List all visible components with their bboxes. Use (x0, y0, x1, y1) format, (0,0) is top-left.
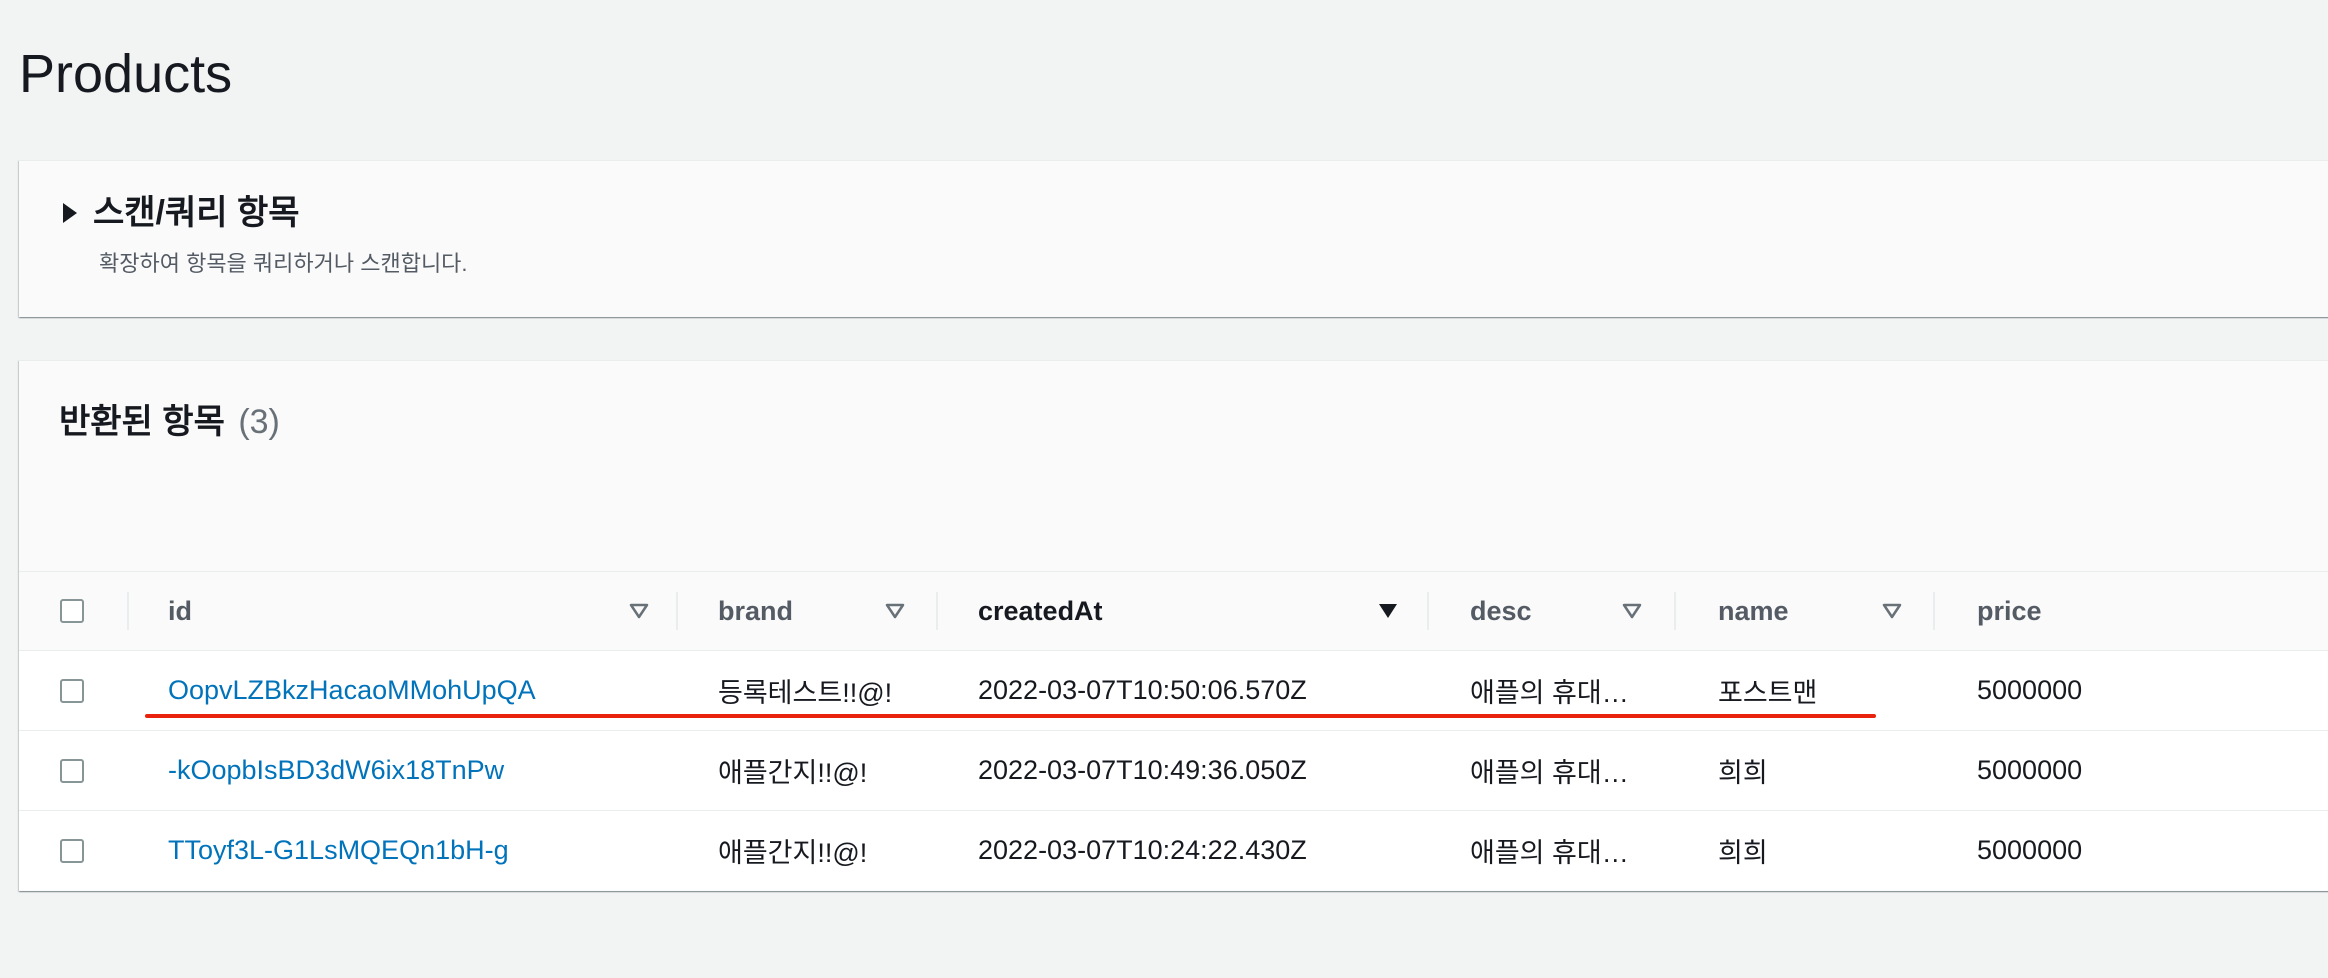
column-header-label[interactable]: desc (1470, 596, 1532, 627)
column-header-createdAt[interactable]: createdAt (978, 572, 1103, 650)
row-checkbox[interactable] (60, 678, 84, 703)
column-header-id[interactable]: id (168, 572, 192, 650)
cell-price: 5000000 (1977, 755, 2083, 785)
column-header-price[interactable]: price (1977, 572, 2042, 650)
column-header-label[interactable]: id (168, 596, 192, 627)
row-checkbox[interactable] (60, 758, 84, 783)
annotation-underline (145, 714, 1876, 718)
table-row[interactable]: -kOopbIsBD3dW6ix18TnPw 애플간지!!@! 2022-03-… (19, 731, 2328, 811)
column-header-label[interactable]: price (1977, 596, 2042, 627)
select-all-checkbox[interactable] (60, 599, 84, 623)
cell-name: 포스트맨 (1718, 678, 1818, 708)
cell-brand: 애플간지!!@! (718, 758, 868, 788)
cell-desc: 애플의 휴대… (1470, 678, 1629, 708)
column-divider[interactable] (936, 592, 938, 630)
cell-brand: 등록테스트!!@! (718, 678, 893, 708)
column-divider[interactable] (1674, 592, 1676, 630)
results-count: (3) (238, 403, 280, 441)
cell-desc: 애플의 휴대… (1470, 758, 1629, 788)
row-select-cell (60, 811, 84, 890)
cell-id[interactable]: TToyf3L-G1LsMQEQn1bH-g (168, 811, 509, 890)
cell-desc: 애플의 휴대… (1470, 838, 1629, 868)
scan-query-panel: 스캔/쿼리 항목 확장하여 항목을 쿼리하거나 스캔합니다. (19, 160, 2328, 317)
page-title: Products (19, 44, 233, 104)
column-header-label[interactable]: name (1718, 596, 1789, 627)
sort-unsorted-icon[interactable] (884, 601, 906, 621)
column-divider[interactable] (127, 592, 129, 630)
results-heading: 반환된 항목 (3) (59, 399, 280, 445)
cell-createdAt: 2022-03-07T10:24:22.430Z (978, 835, 1307, 865)
cell-id[interactable]: -kOopbIsBD3dW6ix18TnPw (168, 731, 504, 810)
cell-brand: 애플간지!!@! (718, 838, 868, 868)
row-select-cell (60, 731, 84, 810)
item-id-link[interactable]: TToyf3L-G1LsMQEQn1bH-g (168, 835, 509, 866)
table-header-row: id brand createdAt desc name price (19, 571, 2328, 651)
results-panel: 반환된 항목 (3) id brand createdAt desc name … (19, 360, 2328, 891)
column-header-name[interactable]: name (1718, 572, 1789, 650)
sort-unsorted-icon[interactable] (628, 601, 650, 621)
column-header-brand[interactable]: brand (718, 572, 793, 650)
scan-query-title[interactable]: 스캔/쿼리 항목 (93, 191, 300, 235)
cell-price: 5000000 (1977, 675, 2083, 705)
items-table: id brand createdAt desc name price OopvL… (19, 571, 2328, 890)
column-divider[interactable] (676, 592, 678, 630)
column-divider[interactable] (1933, 592, 1935, 630)
results-title: 반환된 항목 (59, 403, 225, 441)
item-id-link[interactable]: -kOopbIsBD3dW6ix18TnPw (168, 755, 504, 786)
row-checkbox[interactable] (60, 838, 84, 863)
cell-id[interactable]: OopvLZBkzHacaoMMohUpQA (168, 651, 536, 730)
sort-descending-icon[interactable] (1377, 601, 1399, 621)
cell-name: 희희 (1718, 838, 1768, 868)
table-row[interactable]: TToyf3L-G1LsMQEQn1bH-g 애플간지!!@! 2022-03-… (19, 811, 2328, 890)
scan-query-expander[interactable]: 스캔/쿼리 항목 (63, 191, 300, 235)
column-divider[interactable] (1427, 592, 1429, 630)
sort-unsorted-icon[interactable] (1621, 601, 1643, 621)
scan-query-description: 확장하여 항목을 쿼리하거나 스캔합니다. (99, 251, 468, 276)
cell-price: 5000000 (1977, 835, 2083, 865)
column-header-label[interactable]: createdAt (978, 596, 1103, 627)
sort-unsorted-icon[interactable] (1881, 601, 1903, 621)
column-header-desc[interactable]: desc (1470, 572, 1532, 650)
cell-name: 희희 (1718, 758, 1768, 788)
caret-right-icon[interactable] (63, 203, 77, 223)
select-all-cell (60, 572, 84, 650)
cell-createdAt: 2022-03-07T10:50:06.570Z (978, 675, 1307, 705)
item-id-link[interactable]: OopvLZBkzHacaoMMohUpQA (168, 675, 536, 706)
row-select-cell (60, 651, 84, 730)
cell-createdAt: 2022-03-07T10:49:36.050Z (978, 755, 1307, 785)
column-header-label[interactable]: brand (718, 596, 793, 627)
table-row[interactable]: OopvLZBkzHacaoMMohUpQA 등록테스트!!@! 2022-03… (19, 651, 2328, 731)
